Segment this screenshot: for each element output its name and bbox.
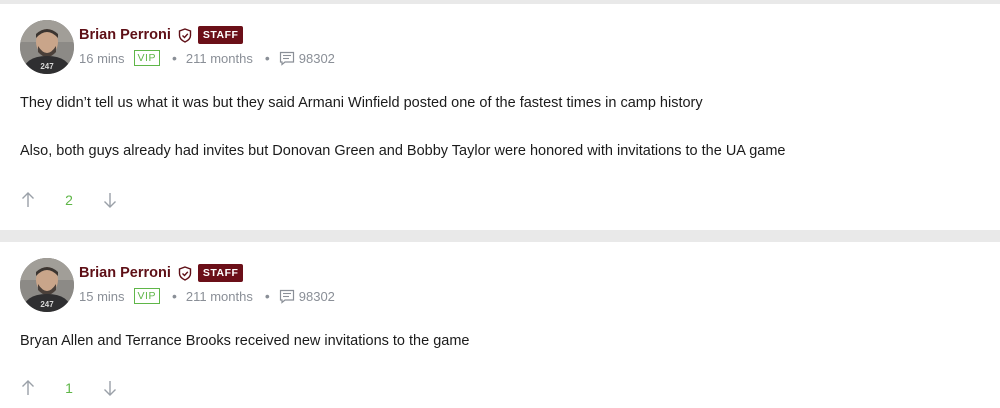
chat-bubble-icon: [279, 289, 295, 304]
arrow-down-icon[interactable]: [102, 191, 118, 209]
post-paragraph: They didn’t tell us what it was but they…: [20, 95, 703, 111]
post-body: They didn’t tell us what it was but they…: [20, 94, 785, 160]
vip-badge: VIP: [133, 50, 160, 66]
svg-text:247: 247: [40, 300, 54, 309]
vote-controls: 2: [20, 190, 118, 210]
post-count: 98302: [298, 288, 335, 304]
member-tenure: 211 months: [185, 50, 253, 66]
vip-badge: VIP: [133, 288, 160, 304]
avatar[interactable]: 247: [20, 20, 74, 74]
arrow-up-icon[interactable]: [20, 191, 36, 209]
arrow-down-icon[interactable]: [102, 379, 118, 397]
post-body: Bryan Allen and Terrance Brooks received…: [20, 332, 470, 350]
meta-separator: •: [264, 288, 270, 304]
vote-count: 2: [65, 192, 73, 208]
meta-separator: •: [171, 50, 177, 66]
message-post: 247 Brian Perroni STAFF 16 mins VIP • 21…: [0, 4, 1000, 230]
shield-icon: [178, 265, 192, 281]
post-meta: 15 mins VIP • 211 months • 98302: [79, 287, 335, 305]
message-post: 247 Brian Perroni STAFF 15 mins VIP • 21…: [0, 242, 1000, 408]
arrow-up-icon[interactable]: [20, 379, 36, 397]
vote-count: 1: [65, 380, 73, 396]
member-tenure: 211 months: [185, 288, 253, 304]
vote-controls: 1: [20, 378, 118, 398]
post-paragraph: Bryan Allen and Terrance Brooks received…: [20, 333, 470, 349]
avatar[interactable]: 247: [20, 258, 74, 312]
meta-separator: •: [171, 288, 177, 304]
author-name[interactable]: Brian Perroni: [79, 265, 171, 281]
author-row: Brian Perroni STAFF: [79, 24, 244, 46]
post-meta: 16 mins VIP • 211 months • 98302: [79, 49, 335, 67]
post-time[interactable]: 15 mins: [79, 289, 125, 304]
staff-badge: STAFF: [197, 26, 244, 44]
post-count: 98302: [298, 50, 335, 66]
chat-bubble-icon: [279, 51, 295, 66]
author-row: Brian Perroni STAFF: [79, 262, 244, 284]
svg-text:247: 247: [40, 62, 54, 71]
meta-separator: •: [264, 50, 270, 66]
post-paragraph: Also, both guys already had invites but …: [20, 143, 786, 159]
author-name[interactable]: Brian Perroni: [79, 27, 171, 43]
post-time[interactable]: 16 mins: [79, 51, 125, 66]
staff-badge: STAFF: [197, 264, 244, 282]
message-feed: 247 Brian Perroni STAFF 16 mins VIP • 21…: [0, 0, 1000, 408]
shield-icon: [178, 27, 192, 43]
